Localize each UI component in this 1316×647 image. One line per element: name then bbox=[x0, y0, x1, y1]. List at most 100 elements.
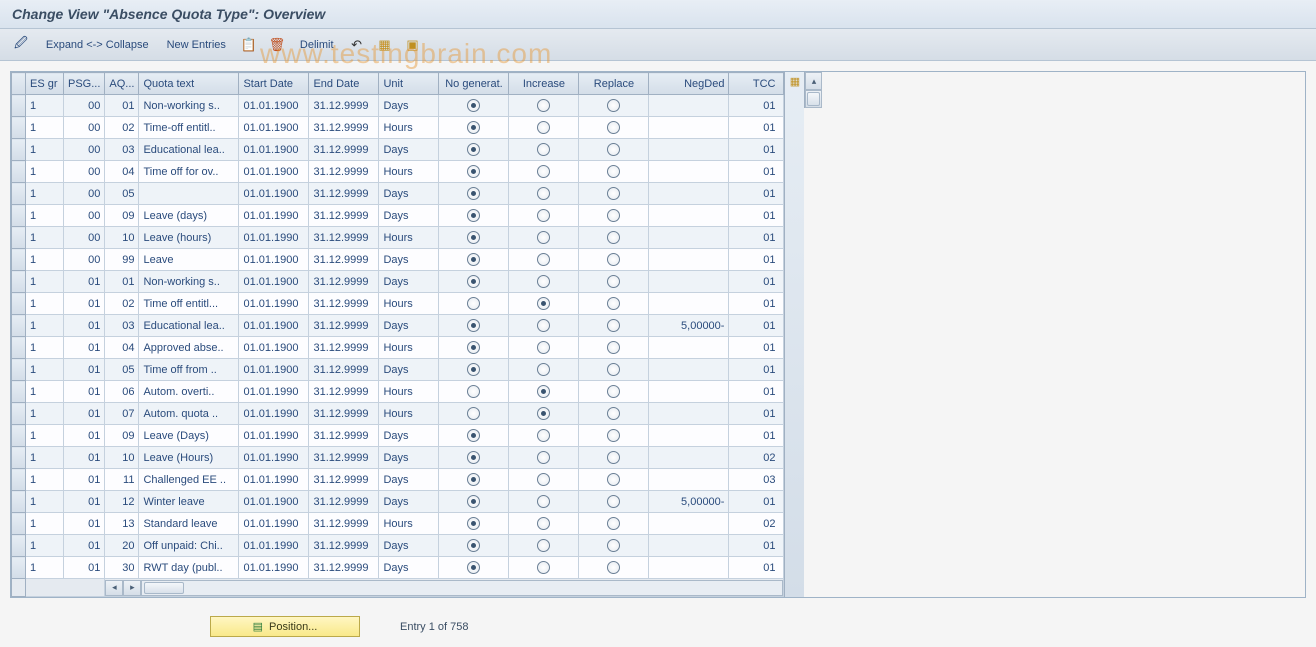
cell-negded[interactable] bbox=[649, 271, 729, 293]
cell-aq[interactable]: 10 bbox=[105, 447, 139, 469]
cell-end[interactable]: 31.12.9999 bbox=[309, 337, 379, 359]
row-selector[interactable] bbox=[12, 161, 26, 183]
cell-esgr[interactable]: 1 bbox=[26, 337, 64, 359]
cell-aq[interactable]: 04 bbox=[105, 161, 139, 183]
table-row[interactable]: 10120Off unpaid: Chi..01.01.199031.12.99… bbox=[12, 535, 784, 557]
cell-nogen[interactable] bbox=[439, 447, 509, 469]
cell-qtext[interactable]: Autom. quota .. bbox=[139, 403, 239, 425]
cell-aq[interactable]: 05 bbox=[105, 359, 139, 381]
cell-aq[interactable]: 12 bbox=[105, 491, 139, 513]
row-selector[interactable] bbox=[12, 381, 26, 403]
cell-increase[interactable] bbox=[509, 381, 579, 403]
cell-nogen[interactable] bbox=[439, 513, 509, 535]
table-row[interactable]: 10010Leave (hours)01.01.199031.12.9999Ho… bbox=[12, 227, 784, 249]
row-selector[interactable] bbox=[12, 535, 26, 557]
scroll-up-icon[interactable]: ▴ bbox=[805, 72, 822, 90]
cell-increase[interactable] bbox=[509, 227, 579, 249]
table-row[interactable]: 10002Time-off entitl..01.01.190031.12.99… bbox=[12, 117, 784, 139]
cell-esgr[interactable]: 1 bbox=[26, 227, 64, 249]
cell-end[interactable]: 31.12.9999 bbox=[309, 381, 379, 403]
undo-icon[interactable]: ↶ bbox=[348, 36, 366, 54]
cell-psg[interactable]: 01 bbox=[64, 557, 105, 579]
cell-aq[interactable]: 20 bbox=[105, 535, 139, 557]
cell-start[interactable]: 01.01.1900 bbox=[239, 359, 309, 381]
cell-replace[interactable] bbox=[579, 293, 649, 315]
cell-aq[interactable]: 04 bbox=[105, 337, 139, 359]
cell-unit[interactable]: Days bbox=[379, 425, 439, 447]
cell-aq[interactable]: 02 bbox=[105, 293, 139, 315]
cell-aq[interactable]: 30 bbox=[105, 557, 139, 579]
scroll-right-icon[interactable]: ▸ bbox=[123, 580, 141, 596]
cell-replace[interactable] bbox=[579, 359, 649, 381]
cell-tcc[interactable]: 01 bbox=[729, 183, 784, 205]
cell-end[interactable]: 31.12.9999 bbox=[309, 139, 379, 161]
toggle-button[interactable]: 🖉 bbox=[10, 32, 32, 58]
cell-qtext[interactable]: Off unpaid: Chi.. bbox=[139, 535, 239, 557]
cell-aq[interactable]: 01 bbox=[105, 271, 139, 293]
cell-replace[interactable] bbox=[579, 271, 649, 293]
deselect-icon[interactable]: ▣ bbox=[404, 36, 422, 54]
cell-nogen[interactable] bbox=[439, 293, 509, 315]
cell-increase[interactable] bbox=[509, 557, 579, 579]
cell-unit[interactable]: Days bbox=[379, 359, 439, 381]
table-row[interactable]: 10110Leave (Hours)01.01.199031.12.9999Da… bbox=[12, 447, 784, 469]
cell-nogen[interactable] bbox=[439, 227, 509, 249]
table-row[interactable]: 1000501.01.190031.12.9999Days01 bbox=[12, 183, 784, 205]
delimit-button[interactable]: Delimit bbox=[296, 37, 338, 53]
row-selector[interactable] bbox=[12, 403, 26, 425]
col-rowselect[interactable] bbox=[12, 73, 26, 95]
cell-replace[interactable] bbox=[579, 447, 649, 469]
cell-nogen[interactable] bbox=[439, 557, 509, 579]
cell-end[interactable]: 31.12.9999 bbox=[309, 315, 379, 337]
table-row[interactable]: 10111Challenged EE ..01.01.199031.12.999… bbox=[12, 469, 784, 491]
cell-negded[interactable] bbox=[649, 183, 729, 205]
cell-start[interactable]: 01.01.1990 bbox=[239, 557, 309, 579]
table-row[interactable]: 10001Non-working s..01.01.190031.12.9999… bbox=[12, 95, 784, 117]
cell-replace[interactable] bbox=[579, 337, 649, 359]
cell-esgr[interactable]: 1 bbox=[26, 293, 64, 315]
row-selector[interactable] bbox=[12, 557, 26, 579]
cell-end[interactable]: 31.12.9999 bbox=[309, 359, 379, 381]
cell-tcc[interactable]: 02 bbox=[729, 447, 784, 469]
cell-esgr[interactable]: 1 bbox=[26, 271, 64, 293]
cell-start[interactable]: 01.01.1900 bbox=[239, 95, 309, 117]
cell-esgr[interactable]: 1 bbox=[26, 381, 64, 403]
cell-psg[interactable]: 00 bbox=[64, 139, 105, 161]
cell-nogen[interactable] bbox=[439, 117, 509, 139]
cell-replace[interactable] bbox=[579, 535, 649, 557]
cell-psg[interactable]: 01 bbox=[64, 535, 105, 557]
cell-esgr[interactable]: 1 bbox=[26, 535, 64, 557]
cell-end[interactable]: 31.12.9999 bbox=[309, 161, 379, 183]
cell-esgr[interactable]: 1 bbox=[26, 161, 64, 183]
cell-negded[interactable] bbox=[649, 249, 729, 271]
cell-qtext[interactable]: Educational lea.. bbox=[139, 139, 239, 161]
cell-qtext[interactable]: Non-working s.. bbox=[139, 271, 239, 293]
cell-end[interactable]: 31.12.9999 bbox=[309, 249, 379, 271]
vertical-scrollbar[interactable]: ▴ ▾ bbox=[804, 72, 822, 108]
col-psg[interactable]: PSG... bbox=[64, 73, 105, 95]
cell-psg[interactable]: 01 bbox=[64, 359, 105, 381]
cell-end[interactable]: 31.12.9999 bbox=[309, 447, 379, 469]
row-selector[interactable] bbox=[12, 425, 26, 447]
scroll-left-icon[interactable]: ◂ bbox=[105, 580, 123, 596]
copy-icon[interactable]: 📋 bbox=[240, 36, 258, 54]
cell-esgr[interactable]: 1 bbox=[26, 557, 64, 579]
cell-end[interactable]: 31.12.9999 bbox=[309, 117, 379, 139]
row-selector[interactable] bbox=[12, 469, 26, 491]
cell-tcc[interactable]: 01 bbox=[729, 249, 784, 271]
cell-increase[interactable] bbox=[509, 469, 579, 491]
cell-nogen[interactable] bbox=[439, 315, 509, 337]
cell-end[interactable]: 31.12.9999 bbox=[309, 491, 379, 513]
cell-esgr[interactable]: 1 bbox=[26, 95, 64, 117]
cell-aq[interactable]: 06 bbox=[105, 381, 139, 403]
cell-start[interactable]: 01.01.1990 bbox=[239, 227, 309, 249]
cell-negded[interactable] bbox=[649, 535, 729, 557]
cell-qtext[interactable]: Non-working s.. bbox=[139, 95, 239, 117]
cell-qtext[interactable]: Educational lea.. bbox=[139, 315, 239, 337]
cell-end[interactable]: 31.12.9999 bbox=[309, 469, 379, 491]
cell-tcc[interactable]: 01 bbox=[729, 227, 784, 249]
row-selector[interactable] bbox=[12, 205, 26, 227]
cell-nogen[interactable] bbox=[439, 183, 509, 205]
cell-psg[interactable]: 00 bbox=[64, 183, 105, 205]
col-start[interactable]: Start Date bbox=[239, 73, 309, 95]
